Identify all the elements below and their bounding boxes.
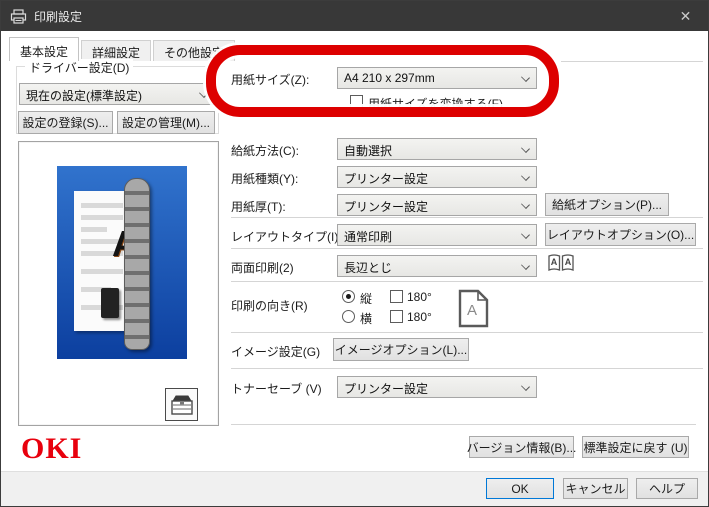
chevron-down-icon [521, 261, 530, 270]
printer-tray-icon [170, 394, 194, 416]
print-settings-dialog: 印刷設定 ✕ 基本設定 詳細設定 その他設定 ドライバー設定(D) 現在の設定(… [0, 0, 709, 507]
layout-type-label: レイアウトタイプ(I) [231, 228, 338, 245]
duplex-label: 両面印刷(2) [231, 259, 294, 276]
svg-text:A: A [565, 257, 572, 267]
toner-save-value: プリンター設定 [344, 382, 428, 396]
media-weight-label: 用紙厚(T): [231, 198, 286, 215]
preview-image: A [57, 166, 187, 359]
paper-size-select[interactable]: A4 210 x 297mm [337, 67, 537, 89]
paper-source-label: 給紙方法(C): [231, 142, 299, 159]
chevron-down-icon [199, 89, 208, 98]
media-weight-select[interactable]: プリンター設定 [337, 194, 537, 216]
chevron-down-icon [521, 382, 530, 391]
portrait-rotate-180-label: 180° [407, 290, 432, 304]
chevron-down-icon [521, 200, 530, 209]
tab-advanced-settings[interactable]: 詳細設定 [81, 40, 151, 61]
paper-source-value: 自動選択 [344, 144, 392, 158]
landscape-radio[interactable] [342, 310, 355, 323]
tab-basic-settings[interactable]: 基本設定 [9, 37, 79, 61]
landscape-rotate-180-label: 180° [407, 310, 432, 324]
cancel-button[interactable]: キャンセル [563, 478, 628, 499]
convert-paper-size-checkbox[interactable] [350, 95, 363, 108]
feed-options-button[interactable]: 給紙オプション(P)... [545, 193, 669, 216]
separator [231, 368, 703, 369]
convert-paper-size-label: 用紙サイズを変換する(F) [368, 95, 503, 112]
toner-save-label: トナーセーブ (V) [231, 380, 322, 397]
toner-save-select[interactable]: プリンター設定 [337, 376, 537, 398]
tab-bar: 基本設定 詳細設定 その他設定 [9, 37, 237, 61]
separator [231, 248, 703, 249]
media-type-label: 用紙種類(Y): [231, 170, 298, 187]
duplex-value: 長辺とじ [344, 261, 392, 275]
preview-printer-button[interactable] [165, 388, 198, 421]
layout-type-value: 通常印刷 [344, 230, 392, 244]
chevron-down-icon [521, 230, 530, 239]
separator [231, 281, 703, 282]
separator [231, 424, 696, 425]
image-settings-label: イメージ設定(G) [231, 343, 320, 360]
svg-text:A: A [467, 302, 477, 319]
close-button[interactable]: ✕ [663, 1, 708, 31]
driver-settings-legend: ドライバー設定(D) [25, 59, 133, 76]
portrait-rotate-180-checkbox[interactable] [390, 290, 403, 303]
preview-panel: A [18, 141, 219, 426]
chevron-down-icon [521, 172, 530, 181]
media-type-select[interactable]: プリンター設定 [337, 166, 537, 188]
titlebar: 印刷設定 ✕ [1, 1, 708, 31]
layout-options-button[interactable]: レイアウトオプション(O)... [545, 223, 696, 246]
tab-other-settings[interactable]: その他設定 [153, 40, 235, 61]
separator [231, 332, 703, 333]
image-options-button[interactable]: イメージオプション(L)... [333, 338, 469, 361]
portrait-radio[interactable] [342, 290, 355, 303]
chevron-down-icon [521, 144, 530, 153]
printer-icon [10, 9, 27, 24]
register-settings-button[interactable]: 設定の登録(S)... [18, 111, 113, 134]
version-info-button[interactable]: バージョン情報(B)... [469, 436, 574, 458]
manage-settings-button[interactable]: 設定の管理(M)... [117, 111, 215, 134]
paper-source-select[interactable]: 自動選択 [337, 138, 537, 160]
media-type-value: プリンター設定 [344, 172, 428, 186]
paper-size-label: 用紙サイズ(Z): [231, 71, 309, 88]
duplex-book-icon: A A [547, 252, 575, 274]
oki-logo: OKI [21, 432, 82, 466]
svg-text:A: A [551, 257, 558, 267]
landscape-label: 横 [360, 310, 372, 327]
duplex-select[interactable]: 長辺とじ [337, 255, 537, 277]
orientation-label: 印刷の向き(R) [231, 297, 308, 314]
reset-defaults-button[interactable]: 標準設定に戻す (U) [582, 436, 689, 458]
window-title: 印刷設定 [34, 8, 82, 25]
landscape-rotate-180-checkbox[interactable] [390, 310, 403, 323]
binder-spine [124, 178, 150, 350]
help-button[interactable]: ヘルプ [636, 478, 698, 499]
driver-preset-select[interactable]: 現在の設定(標準設定) [19, 83, 215, 105]
media-weight-value: プリンター設定 [344, 200, 428, 214]
ok-button[interactable]: OK [486, 478, 554, 499]
portrait-label: 縦 [360, 290, 372, 307]
separator [231, 217, 703, 218]
layout-type-select[interactable]: 通常印刷 [337, 224, 537, 246]
driver-preset-value: 現在の設定(標準設定) [26, 89, 142, 103]
chevron-down-icon [521, 73, 530, 82]
separator [561, 61, 703, 62]
orientation-page-icon: A [458, 289, 489, 328]
binder-clip [101, 288, 119, 318]
paper-size-value: A4 210 x 297mm [344, 71, 435, 85]
